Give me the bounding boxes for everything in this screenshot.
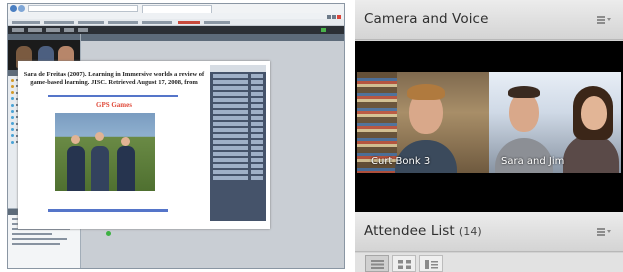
pointer-icon [106,231,111,236]
document-citation: Sara de Freitas (2007). Learning in Imme… [23,71,205,86]
grid-view-icon [398,260,411,269]
window-controls [326,5,342,20]
grid-view-button[interactable] [392,255,416,272]
browser-window: Sara de Freitas (2007). Learning in Imme… [7,3,345,269]
address-bar[interactable] [28,5,138,12]
document-side-table [210,65,266,221]
back-icon[interactable] [10,5,17,12]
favorites-bar [8,19,344,26]
document-subtitle: GPS Games [96,101,132,109]
microphone-icon[interactable] [321,28,326,32]
camera-pod-title-bar: Camera and Voice [355,0,623,40]
document-link[interactable] [48,95,178,97]
video-name-label: Curt Bonk 3 [371,156,431,167]
forward-icon[interactable] [18,5,25,12]
shared-document-page: Sara de Freitas (2007). Learning in Imme… [18,61,270,229]
gps-games-photo [55,113,155,191]
sort-view-button[interactable] [419,255,443,272]
image-divider [345,0,355,272]
list-view-icon [371,260,384,269]
video-feed-curt[interactable]: Curt Bonk 3 [357,72,489,173]
connect-menu-bar [8,26,344,34]
attendee-view-toolbar [355,253,623,272]
list-view-button[interactable] [365,255,389,272]
attendee-pod-title-bar: Attendee List (14) [355,212,623,252]
camera-video-area: Curt Bonk 3 Sara and Jim [355,41,623,212]
connect-pods-panel: Camera and Voice Curt Bonk 3 Sara and Ji… [355,0,623,272]
pod-menu-icon[interactable] [597,16,611,24]
photo-caption-link[interactable] [48,209,168,212]
video-feed-sara-jim[interactable]: Sara and Jim [489,72,621,173]
camera-and-voice-pod: Camera and Voice Curt Bonk 3 Sara and Ji… [355,0,623,212]
attendee-count: (14) [458,225,482,238]
share-pod-header [81,34,344,41]
camera-pod-title: Camera and Voice [364,11,489,27]
sort-view-icon [425,260,438,269]
pod-menu-icon[interactable] [597,228,611,236]
browser-title-bar [8,4,344,20]
attendee-pod-title: Attendee List (14) [364,223,482,239]
attendee-list-pod: Attendee List (14) [355,212,623,272]
browser-tab[interactable] [142,5,212,13]
video-name-label: Sara and Jim [501,156,565,167]
